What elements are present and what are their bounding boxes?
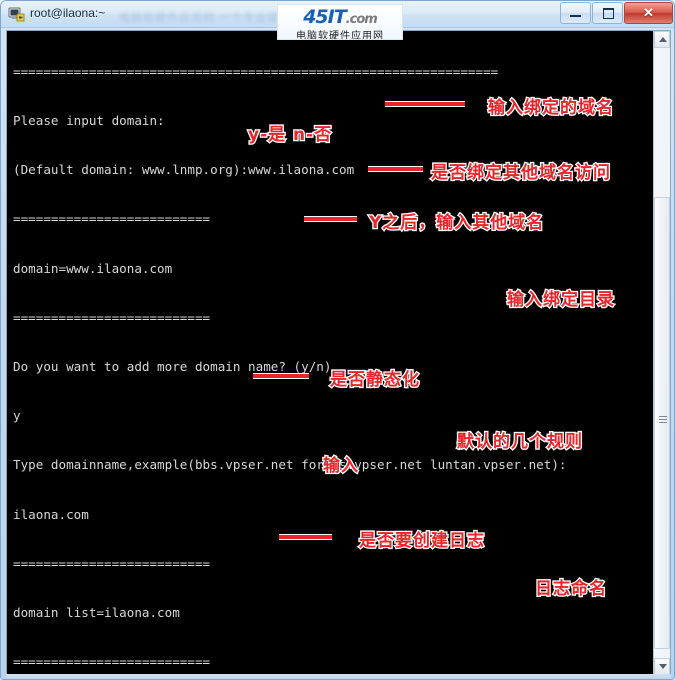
annotation-input-domain: 输入绑定的域名 xyxy=(487,97,615,120)
window-title: root@ilaona:~ xyxy=(30,6,106,20)
terminal-line: ========================== xyxy=(13,309,211,325)
terminal-line: domain=www.ilaona.com xyxy=(13,260,173,276)
annotation-underline xyxy=(368,166,423,172)
terminal-scrollbar[interactable] xyxy=(653,31,670,675)
scroll-up-arrow-icon xyxy=(659,37,667,42)
terminal-line: ========================================… xyxy=(13,63,499,79)
terminal-line: domain list=ilaona.com xyxy=(13,605,180,621)
scrollbar-grip-icon xyxy=(659,416,667,425)
scroll-down-button[interactable] xyxy=(654,658,670,675)
maximize-button[interactable] xyxy=(592,2,623,24)
window-controls: ✕ xyxy=(560,2,673,24)
annotation-underline xyxy=(253,373,309,379)
minimize-icon xyxy=(570,15,581,17)
terminal-screen[interactable]: ========================== ==============… xyxy=(7,31,654,675)
terminal-line: ========================== xyxy=(13,654,211,670)
watermark-brand-text: 45IT xyxy=(303,6,346,28)
annotation-underline xyxy=(304,216,357,222)
annotation-create-log: 是否要创建日志 xyxy=(358,530,486,553)
putty-terminal-icon xyxy=(8,7,25,22)
annotation-input: 输入 xyxy=(322,455,360,478)
annotation-log-name: 日志命名 xyxy=(534,578,608,601)
terminal-line: Type domainname,example(bbs.vpser.net fo… xyxy=(13,457,567,473)
scrollbar-thumb[interactable] xyxy=(654,197,670,649)
annotation-static-rewrite: 是否静态化 xyxy=(329,369,421,392)
watermark-brand: 45IT.com xyxy=(278,6,402,28)
window-bottom-edge xyxy=(6,674,671,679)
terminal-line: ilaona.com xyxy=(13,506,89,522)
scroll-up-button[interactable] xyxy=(654,31,670,48)
annotation-yes-no: y-是 n-否 xyxy=(247,124,333,147)
annotation-bind-other-domains: 是否绑定其他域名访问 xyxy=(430,162,612,185)
annotation-underline xyxy=(279,534,332,540)
annotation-underline xyxy=(385,101,465,107)
terminal-line: ========================== xyxy=(13,555,211,571)
annotation-default-rules: 默认的几个规则 xyxy=(456,431,584,454)
terminal-body[interactable]: ========================== ==============… xyxy=(6,30,671,676)
annotation-input-directory: 输入绑定目录 xyxy=(506,289,616,312)
close-icon: ✕ xyxy=(643,5,654,20)
watermark-subtitle: 电脑软硬件应用网 xyxy=(296,31,384,40)
watermark-tld: .com xyxy=(345,12,378,27)
maximize-icon xyxy=(603,8,614,19)
close-button[interactable]: ✕ xyxy=(624,2,673,24)
site-watermark-logo: 45IT.com 电脑软硬件应用网 xyxy=(277,4,403,40)
annotation-after-y-input: Y之后，输入其他域名 xyxy=(368,212,545,235)
terminal-window: 电脑软硬件应用网 一个专业提供下载和学习的网站 root@ilaona:~ ✕ … xyxy=(0,0,675,680)
scroll-down-arrow-icon xyxy=(659,664,667,669)
minimize-button[interactable] xyxy=(560,2,591,24)
terminal-line: y xyxy=(13,408,21,424)
